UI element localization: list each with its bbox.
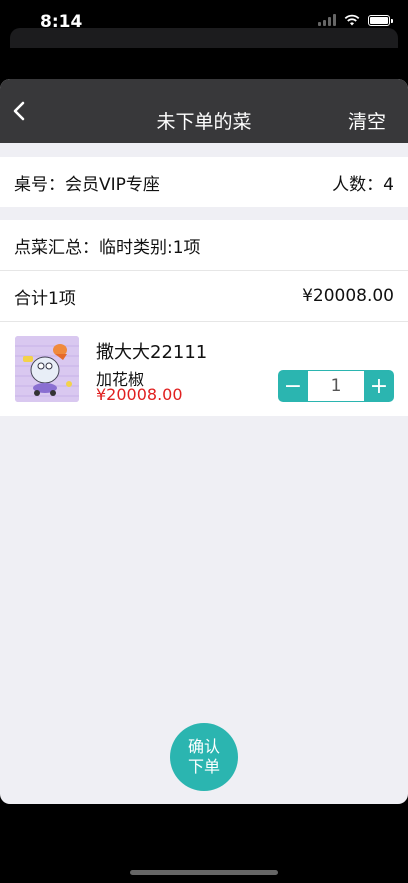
- confirm-order-button[interactable]: 确认 下单: [170, 723, 238, 791]
- clear-button[interactable]: 清空: [348, 107, 386, 134]
- table-label: 桌号：会员VIP专座: [14, 174, 160, 195]
- increment-button[interactable]: +: [364, 370, 394, 402]
- total-amount: ¥20008.00: [302, 286, 394, 306]
- nav-bar: 未下单的菜 清空: [0, 79, 408, 143]
- dish-image: [15, 336, 79, 402]
- confirm-label-line1: 确认: [187, 737, 220, 756]
- battery-icon: [368, 14, 393, 26]
- dish-price: ¥20008.00: [96, 385, 183, 404]
- confirm-label-line2: 下单: [187, 757, 220, 776]
- signal-icon: [318, 14, 336, 26]
- order-sheet: 未下单的菜 清空 桌号：会员VIP专座 人数：4 点菜汇总：临时类别:1项 合计…: [0, 79, 408, 804]
- app-screen: 8:14 未下单的菜 清空 桌号：会员VIP专座 人数：4 点菜汇总：临时类别:…: [0, 0, 408, 883]
- summary-label: 点菜汇总：临时类别:1项: [14, 237, 201, 258]
- home-indicator[interactable]: [130, 870, 278, 875]
- list-item: 撒大大22111 加花椒 ¥20008.00 − 1 +: [0, 321, 408, 416]
- decrement-button[interactable]: −: [278, 370, 308, 402]
- dish-name: 撒大大22111: [96, 342, 208, 363]
- quantity-stepper: − 1 +: [278, 370, 394, 402]
- people-count: 人数：4: [332, 174, 394, 195]
- total-label: 合计1项: [14, 288, 76, 309]
- quantity-value[interactable]: 1: [308, 371, 364, 401]
- order-summary-row: 点菜汇总：临时类别:1项: [0, 220, 408, 270]
- sheet-background-edge: [10, 28, 398, 48]
- wifi-icon: [344, 14, 360, 26]
- table-info-row: 桌号：会员VIP专座 人数：4: [0, 157, 408, 207]
- total-row: 合计1项 ¥20008.00: [0, 270, 408, 321]
- page-title: 未下单的菜: [156, 111, 252, 133]
- status-icons: [318, 14, 393, 26]
